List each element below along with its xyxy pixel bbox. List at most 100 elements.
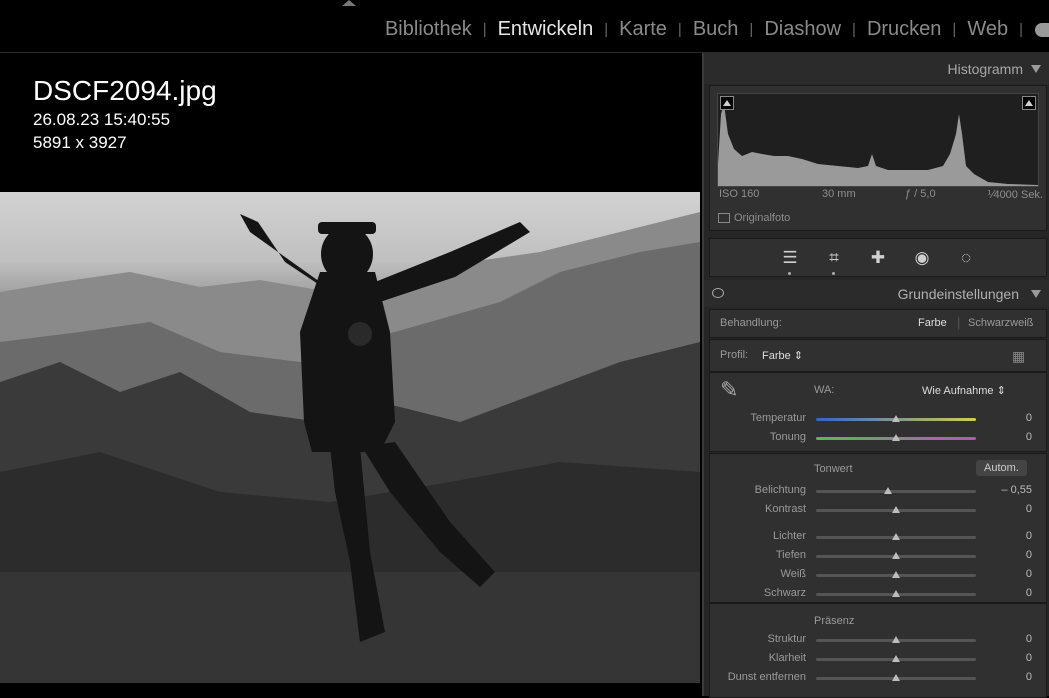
- photo-preview[interactable]: [0, 192, 700, 683]
- module-separator: |: [952, 21, 957, 38]
- presence-value[interactable]: 0: [982, 652, 1032, 664]
- module-entwickeln[interactable]: Entwickeln: [497, 18, 595, 41]
- wb-slider[interactable]: [816, 415, 976, 422]
- crop-tool-button[interactable]: ⌗: [812, 239, 856, 276]
- slider-thumb[interactable]: [892, 590, 900, 597]
- basic-panel-header[interactable]: Grundeinstellungen: [704, 280, 1049, 307]
- module-buch[interactable]: Buch: [692, 18, 740, 41]
- image-filename: DSCF2094.jpg: [33, 75, 217, 106]
- tone-value[interactable]: 0: [982, 587, 1032, 599]
- presence-value[interactable]: 0: [982, 633, 1032, 645]
- original-photo-toggle[interactable]: Originalfoto: [718, 212, 790, 224]
- collapse-triangle-icon[interactable]: [1031, 64, 1041, 73]
- wb-value: Wie Aufnahme: [922, 385, 994, 397]
- image-datetime: 26.08.23 15:40:55: [33, 110, 171, 129]
- treatment-label: Behandlung:: [720, 317, 782, 329]
- presence-label: Klarheit: [768, 652, 806, 664]
- slider-thumb[interactable]: [892, 636, 900, 643]
- highlight-clipping-icon[interactable]: [1022, 96, 1036, 110]
- tone-label: Belichtung: [754, 484, 806, 496]
- basic-panel-title: Grundeinstellungen: [897, 285, 1019, 302]
- cloud-icon[interactable]: [1035, 22, 1049, 37]
- tone-slider[interactable]: [816, 506, 976, 513]
- presence-section: Präsenz Struktur 0 Klarheit 0 Dunst entferne…: [709, 603, 1047, 698]
- tone-slider[interactable]: [816, 571, 976, 578]
- presence-value[interactable]: 0: [982, 671, 1032, 683]
- auto-tone-button[interactable]: Autom.: [976, 460, 1027, 476]
- tone-value[interactable]: – 0,55: [982, 484, 1032, 496]
- module-bibliothek[interactable]: Bibliothek: [384, 18, 473, 41]
- presence-label: Präsenz: [814, 615, 855, 627]
- treatment-row: Behandlung: Farbe | Schwarzweiß: [709, 309, 1047, 338]
- module-drucken[interactable]: Drucken: [866, 18, 942, 41]
- slider-thumb[interactable]: [892, 533, 900, 540]
- presence-slider[interactable]: [816, 655, 976, 662]
- slider-thumb[interactable]: [884, 487, 892, 494]
- wb-eyedropper-icon[interactable]: ✎: [720, 377, 738, 403]
- slider-thumb[interactable]: [892, 506, 900, 513]
- shadow-clipping-icon[interactable]: [720, 96, 734, 110]
- profile-select[interactable]: Farbe ⇕: [762, 349, 803, 362]
- slider-thumb[interactable]: [892, 655, 900, 662]
- tone-value[interactable]: 0: [982, 503, 1032, 515]
- wb-value[interactable]: 0: [982, 431, 1032, 443]
- white-balance-section: ✎ WA: Wie Aufnahme ⇕ Temperatur 0 Tonung 0: [709, 372, 1047, 452]
- module-web[interactable]: Web: [966, 18, 1009, 41]
- module-bar: Bibliothek | Entwickeln | Karte | Buch | Diashow…: [0, 0, 1049, 53]
- histogram-curve: [718, 104, 1038, 186]
- image-viewer[interactable]: DSCF2094.jpg 26.08.23 15:40:55 5891 x 39…: [0, 53, 702, 696]
- wb-select[interactable]: Wie Aufnahme ⇕: [922, 384, 1006, 397]
- histogram-title: Histogramm: [947, 60, 1023, 77]
- module-diashow[interactable]: Diashow: [763, 18, 842, 41]
- wb-value[interactable]: 0: [982, 412, 1032, 424]
- exif-aperture: ƒ / 5,0: [905, 188, 936, 200]
- slider-thumb[interactable]: [892, 434, 900, 441]
- histogram-graph[interactable]: [717, 93, 1039, 187]
- sliders-icon: ☰: [782, 247, 798, 267]
- checkbox-icon[interactable]: [718, 213, 730, 223]
- presence-slider[interactable]: [816, 674, 976, 681]
- tone-value[interactable]: 0: [982, 549, 1032, 561]
- tone-label: Weiß: [780, 568, 806, 580]
- develop-panel: Histogramm ISO 160 30 mm ƒ / 5,0 ⅟4000 S…: [702, 53, 1049, 698]
- masking-tool-button[interactable]: ◌: [944, 239, 988, 276]
- treatment-color-button[interactable]: Farbe: [918, 317, 947, 329]
- presence-label: Struktur: [767, 633, 806, 645]
- slider-thumb[interactable]: [892, 415, 900, 422]
- treatment-bw-button[interactable]: Schwarzweiß: [968, 317, 1033, 329]
- tone-value[interactable]: 0: [982, 530, 1032, 542]
- tone-label: Lichter: [772, 530, 806, 542]
- tone-value[interactable]: 0: [982, 568, 1032, 580]
- tone-slider[interactable]: [816, 590, 976, 597]
- crop-icon: ⌗: [829, 247, 839, 267]
- tone-label: Schwarz: [763, 587, 806, 599]
- module-karte[interactable]: Karte: [618, 18, 668, 41]
- wb-slider[interactable]: [816, 434, 976, 441]
- slider-thumb[interactable]: [892, 674, 900, 681]
- tone-label: Tonwert: [814, 463, 853, 475]
- histogram-header[interactable]: Histogramm: [704, 53, 1049, 84]
- tone-slider[interactable]: [816, 487, 976, 494]
- slider-thumb[interactable]: [892, 552, 900, 559]
- slider-thumb[interactable]: [892, 571, 900, 578]
- tool-strip: ☰ ⌗ ✚ ◉ ◌: [709, 238, 1047, 277]
- panel-toggle-caret[interactable]: [342, 0, 356, 6]
- module-separator: |: [482, 21, 487, 38]
- presence-label: Dunst entfernen: [727, 671, 806, 683]
- masking-icon: ◌: [960, 247, 972, 267]
- exif-shutter: ⅟4000 Sek.: [987, 189, 1043, 201]
- tone-slider[interactable]: [816, 533, 976, 540]
- profile-browser-grid-icon[interactable]: ▦: [1012, 348, 1025, 365]
- eye-icon[interactable]: [712, 288, 724, 298]
- healing-tool-button[interactable]: ✚: [856, 239, 900, 276]
- tone-slider[interactable]: [816, 552, 976, 559]
- presence-slider[interactable]: [816, 636, 976, 643]
- redeye-tool-button[interactable]: ◉: [900, 239, 944, 276]
- module-separator: |: [604, 21, 609, 38]
- image-dimensions: 5891 x 3927: [33, 133, 127, 152]
- profile-value: Farbe: [762, 350, 791, 362]
- tool-edited-indicator: [832, 272, 835, 275]
- tone-label: Kontrast: [765, 503, 806, 515]
- sliders-tool-button[interactable]: ☰: [768, 239, 812, 276]
- collapse-triangle-icon[interactable]: [1031, 290, 1041, 298]
